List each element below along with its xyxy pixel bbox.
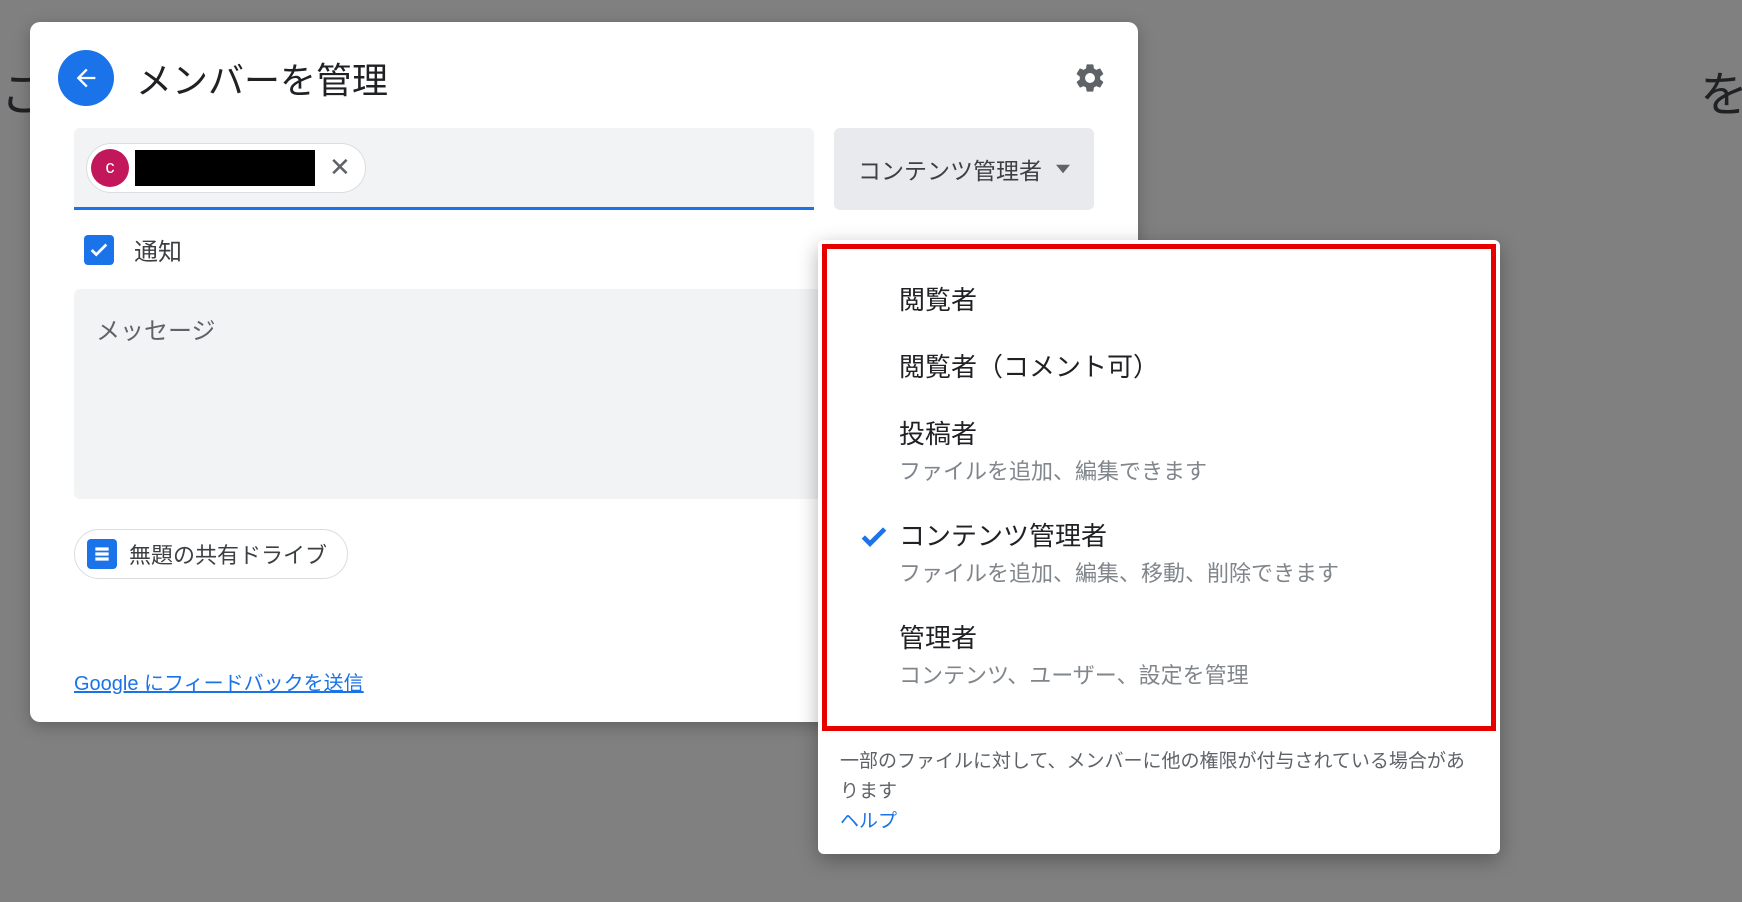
arrow-left-icon xyxy=(72,64,100,92)
settings-button[interactable] xyxy=(1070,58,1110,98)
chip-remove-button[interactable]: ✕ xyxy=(325,152,355,183)
people-input[interactable]: c ✕ xyxy=(74,128,814,210)
shared-drive-chip[interactable]: 無題の共有ドライブ xyxy=(74,529,348,579)
highlight-box: 閲覧者 閲覧者（コメント可） 投稿者 ファイルを追加、編集できます コンテンツ管… xyxy=(822,244,1496,731)
role-option-manager[interactable]: 管理者 コンテンツ、ユーザー、設定を管理 xyxy=(827,605,1491,707)
feedback-link[interactable]: Google にフィードバックを送信 xyxy=(74,667,364,696)
dialog-title: メンバーを管理 xyxy=(136,52,1070,104)
notify-checkbox[interactable] xyxy=(84,235,114,265)
gear-icon xyxy=(1073,61,1107,95)
notify-label: 通知 xyxy=(134,232,182,267)
dropdown-footer-note: 一部のファイルに対して、メンバーに他の権限が付与されている場合があります xyxy=(840,747,1478,808)
role-option-contributor[interactable]: 投稿者 ファイルを追加、編集できます xyxy=(827,401,1491,503)
member-chip: c ✕ xyxy=(86,143,366,193)
role-option-desc: ファイルを追加、編集できます xyxy=(899,454,1469,489)
check-icon xyxy=(88,239,110,261)
caret-down-icon xyxy=(1056,162,1070,176)
role-option-viewer[interactable]: 閲覧者 xyxy=(827,267,1491,334)
role-dropdown-menu: 閲覧者 閲覧者（コメント可） 投稿者 ファイルを追加、編集できます コンテンツ管… xyxy=(818,240,1500,854)
role-option-title: コンテンツ管理者 xyxy=(899,517,1469,556)
help-link[interactable]: ヘルプ xyxy=(840,811,897,832)
shared-drive-name: 無題の共有ドライブ xyxy=(129,538,327,570)
role-selected-label: コンテンツ管理者 xyxy=(858,152,1042,186)
role-option-desc: ファイルを追加、編集、移動、削除できます xyxy=(899,556,1469,591)
shared-drive-icon xyxy=(87,539,117,569)
role-option-title: 投稿者 xyxy=(899,415,1469,454)
role-option-title: 閲覧者（コメント可） xyxy=(899,348,1469,387)
role-option-desc: コンテンツ、ユーザー、設定を管理 xyxy=(899,658,1469,693)
role-option-content-manager[interactable]: コンテンツ管理者 ファイルを追加、編集、移動、削除できます xyxy=(827,503,1491,605)
role-option-title: 閲覧者 xyxy=(899,281,1469,320)
back-button[interactable] xyxy=(58,50,114,106)
avatar: c xyxy=(91,149,129,187)
role-dropdown-button[interactable]: コンテンツ管理者 xyxy=(834,128,1094,210)
role-option-title: 管理者 xyxy=(899,619,1469,658)
role-option-commenter[interactable]: 閲覧者（コメント可） xyxy=(827,334,1491,401)
check-icon xyxy=(858,521,890,553)
chip-label-redacted xyxy=(135,150,315,186)
